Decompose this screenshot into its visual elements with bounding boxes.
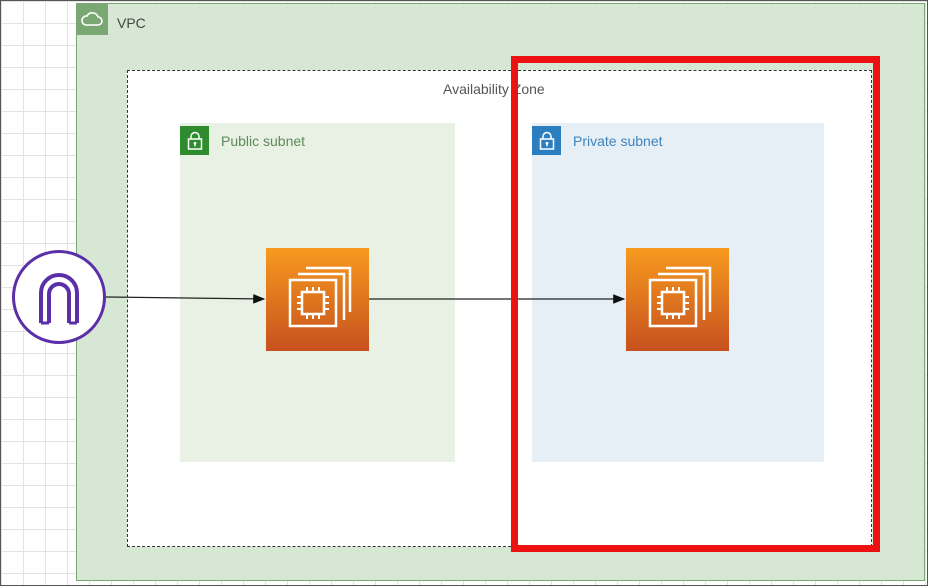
ec2-instance-icon[interactable] [266, 248, 369, 351]
gateway-to-public-ec2-connector [105, 294, 266, 304]
internet-gateway-icon[interactable] [12, 250, 106, 344]
private-subnet-highlight-box [511, 56, 880, 552]
